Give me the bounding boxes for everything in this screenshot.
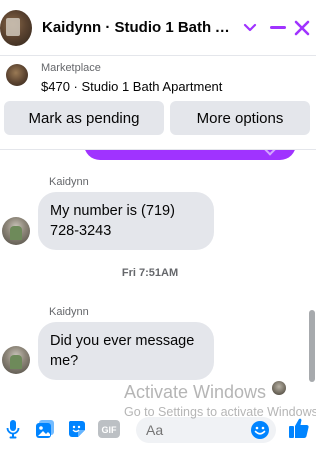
thumbs-up-icon[interactable] xyxy=(288,417,310,439)
close-icon[interactable] xyxy=(288,14,316,42)
chat-window: Kaidynn · Studio 1 Bath Apartment Market… xyxy=(0,0,316,453)
message-bubble[interactable]: My number is (719) 728-3243 xyxy=(38,192,214,250)
read-receipt-avatar xyxy=(272,381,286,395)
message-timestamp: Fri 7:51AM xyxy=(121,267,179,279)
microphone-icon[interactable] xyxy=(2,418,24,440)
sender-avatar[interactable] xyxy=(2,217,30,245)
more-options-button[interactable]: More options xyxy=(170,101,310,135)
message-bubble[interactable]: Did you ever message me? xyxy=(38,322,214,380)
chat-header: Kaidynn · Studio 1 Bath Apartment xyxy=(0,0,316,56)
mark-as-pending-button[interactable]: Mark as pending xyxy=(4,101,164,135)
gif-icon[interactable]: GIF xyxy=(98,418,120,440)
marketplace-listing: Marketplace $470 · Studio 1 Bath Apartme… xyxy=(0,56,316,150)
marketplace-label: Marketplace xyxy=(41,62,101,74)
chevron-down-icon[interactable] xyxy=(236,14,264,42)
sender-avatar[interactable] xyxy=(2,346,30,374)
message-list[interactable]: Kaidynn My number is (719) 728-3243 Fri … xyxy=(0,150,316,400)
message-sender: Kaidynn xyxy=(49,306,89,318)
listing-thumbnail[interactable] xyxy=(6,64,28,86)
chat-title[interactable]: Kaidynn · Studio 1 Bath Apartment xyxy=(42,19,235,36)
own-message-bubble xyxy=(84,150,296,160)
scrollbar-thumb[interactable] xyxy=(309,310,315,382)
svg-text:GIF: GIF xyxy=(102,425,118,435)
message-composer: GIF xyxy=(0,400,316,453)
sticker-icon[interactable] xyxy=(66,418,88,440)
photo-icon[interactable] xyxy=(34,418,56,440)
contact-avatar[interactable] xyxy=(0,10,32,46)
listing-title[interactable]: $470 · Studio 1 Bath Apartment xyxy=(41,79,222,94)
message-sender: Kaidynn xyxy=(49,176,89,188)
emoji-icon[interactable] xyxy=(249,419,271,441)
